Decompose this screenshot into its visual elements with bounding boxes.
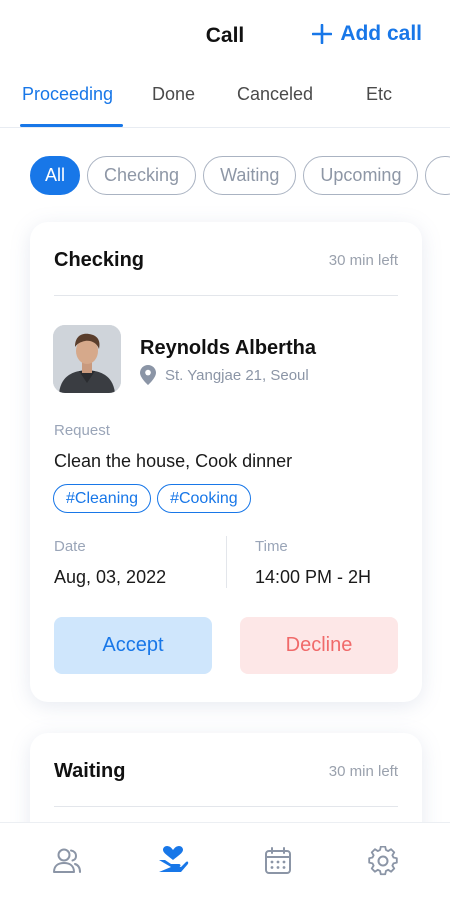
gear-icon (368, 846, 398, 876)
hand-heart-icon (159, 846, 189, 872)
time-value: 14:00 PM - 2H (255, 567, 372, 587)
card-status: Checking (54, 249, 145, 271)
client-name: Reynolds Albertha (140, 337, 316, 359)
card-header: Waiting 30 min left (54, 733, 398, 807)
request-text: Clean the house, Cook dinner (54, 451, 293, 471)
location-pin-icon (140, 365, 156, 385)
call-card: Checking 30 min left Reynolds Albertha S… (30, 222, 422, 702)
request-tags: #Cleaning #Cooking (53, 484, 251, 513)
filter-chip-checking[interactable]: Checking (87, 156, 197, 195)
calendar-icon (265, 847, 291, 874)
tab-etc[interactable]: Etc (366, 84, 392, 105)
date-label: Date (54, 538, 86, 555)
accept-button[interactable]: Accept (54, 617, 212, 674)
time-label: Time (255, 538, 288, 555)
tab-proceeding[interactable]: Proceeding (22, 84, 113, 105)
tab-canceled[interactable]: Canceled (237, 84, 313, 105)
decline-button[interactable]: Decline (240, 617, 398, 674)
tab-done[interactable]: Done (152, 84, 195, 105)
nav-users[interactable] (51, 845, 83, 877)
active-tab-indicator (20, 124, 123, 127)
add-call-button[interactable]: Add call (312, 22, 422, 46)
filter-chip-partial[interactable] (425, 156, 450, 195)
card-status: Waiting (54, 760, 126, 782)
card-time-left: 30 min left (328, 763, 398, 780)
nav-calendar[interactable] (262, 845, 294, 877)
date-time-divider (226, 536, 227, 588)
plus-icon (312, 24, 333, 44)
filter-chips: All Checking Waiting Upcoming (30, 156, 450, 195)
card-time-left: 30 min left (328, 252, 398, 269)
person-photo-icon (53, 325, 121, 393)
header: Call Add call (0, 0, 450, 72)
date-value: Aug, 03, 2022 (54, 567, 167, 587)
client-address: St. Yangjae 21, Seoul (140, 365, 309, 385)
tag-cooking[interactable]: #Cooking (157, 484, 251, 513)
filter-chip-upcoming[interactable]: Upcoming (303, 156, 419, 195)
address-text: St. Yangjae 21, Seoul (165, 366, 309, 384)
request-label: Request (54, 422, 110, 439)
avatar (53, 325, 121, 393)
nav-care[interactable] (157, 845, 189, 877)
add-call-label: Add call (340, 22, 422, 45)
app-screen: Call Add call Proceeding Done Canceled E… (0, 0, 450, 900)
nav-settings[interactable] (367, 845, 399, 877)
filter-chip-waiting[interactable]: Waiting (203, 156, 297, 195)
users-icon (53, 848, 81, 873)
bottom-nav (0, 822, 450, 900)
status-tabs: Proceeding Done Canceled Etc (0, 72, 450, 128)
card-header: Checking 30 min left (54, 222, 398, 296)
tag-cleaning[interactable]: #Cleaning (53, 484, 152, 513)
filter-chip-all[interactable]: All (30, 156, 81, 195)
